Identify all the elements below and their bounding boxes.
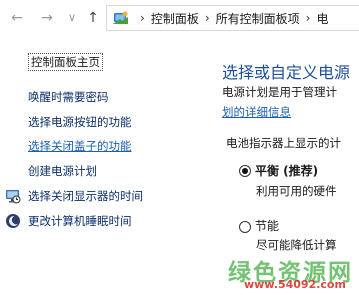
plan-balanced-radio[interactable] bbox=[239, 165, 251, 177]
plan-balanced-name[interactable]: 平衡 (推荐) bbox=[255, 162, 318, 179]
forward-button[interactable]: → bbox=[38, 9, 56, 27]
left-task-pane: 控制面板主页 唤醒时需要密码 选择电源按钮的功能 选择关闭盖子的功能 创建电源计… bbox=[0, 36, 215, 295]
sidebar-link-display-off[interactable]: 选择关闭显示器的时间 bbox=[28, 188, 143, 204]
sidebar-link-lid-close[interactable]: 选择关闭盖子的功能 bbox=[28, 138, 132, 154]
up-button[interactable]: ↑ bbox=[84, 9, 102, 27]
watermark-url: www.54092.com bbox=[244, 278, 346, 291]
plan-details-link[interactable]: 划的详细信息 bbox=[222, 104, 291, 120]
back-button[interactable]: ← bbox=[8, 9, 26, 27]
site-watermark: 绿色资源网 www.54092.com bbox=[228, 253, 359, 295]
address-bar[interactable]: › 控制面板 › 所有控制面板项 › 电 bbox=[106, 5, 359, 31]
breadcrumb-separator[interactable]: › bbox=[306, 11, 311, 25]
sidebar-link-sleep-time[interactable]: 更改计算机睡眠时间 bbox=[28, 213, 132, 229]
address-navigation-bar: ← → ∨ ↑ › 控制面板 › 所有控制面板项 › 电 bbox=[0, 0, 359, 36]
control-panel-home-link[interactable]: 控制面板主页 bbox=[28, 53, 103, 71]
back-arrow-icon: ← bbox=[11, 10, 23, 26]
breadcrumb-control-panel[interactable]: 控制面板 bbox=[151, 10, 199, 27]
chevron-down-icon: ∨ bbox=[67, 11, 77, 24]
plan-power-saver-description: 尽可能降低计算 bbox=[256, 238, 337, 252]
sidebar-link-power-button[interactable]: 选择电源按钮的功能 bbox=[28, 114, 132, 130]
recent-locations-button[interactable]: ∨ bbox=[63, 9, 81, 27]
page-description: 电源计划是用于管理计 bbox=[222, 85, 337, 99]
breadcrumb-separator[interactable]: › bbox=[205, 11, 210, 25]
breadcrumb-all-items[interactable]: 所有控制面板项 bbox=[216, 10, 300, 27]
breadcrumb-separator[interactable]: › bbox=[140, 11, 145, 25]
battery-plans-label: 电池指示器上显示的计 bbox=[226, 136, 341, 150]
forward-arrow-icon: → bbox=[41, 10, 53, 26]
breadcrumb-power-options[interactable]: 电 bbox=[316, 10, 328, 27]
display-timer-icon bbox=[5, 188, 21, 204]
sleep-moon-icon bbox=[5, 213, 21, 229]
plan-power-saver-name[interactable]: 节能 bbox=[255, 217, 279, 234]
control-panel-icon bbox=[112, 10, 130, 26]
page-title: 选择或自定义电源 bbox=[222, 63, 351, 82]
up-arrow-icon: ↑ bbox=[87, 10, 99, 26]
plan-power-saver-radio[interactable] bbox=[239, 221, 251, 233]
plan-balanced-description: 利用可用的硬件 bbox=[256, 184, 337, 198]
sidebar-link-create-plan[interactable]: 创建电源计划 bbox=[28, 163, 97, 179]
sidebar-link-require-password[interactable]: 唤醒时需要密码 bbox=[28, 89, 109, 105]
